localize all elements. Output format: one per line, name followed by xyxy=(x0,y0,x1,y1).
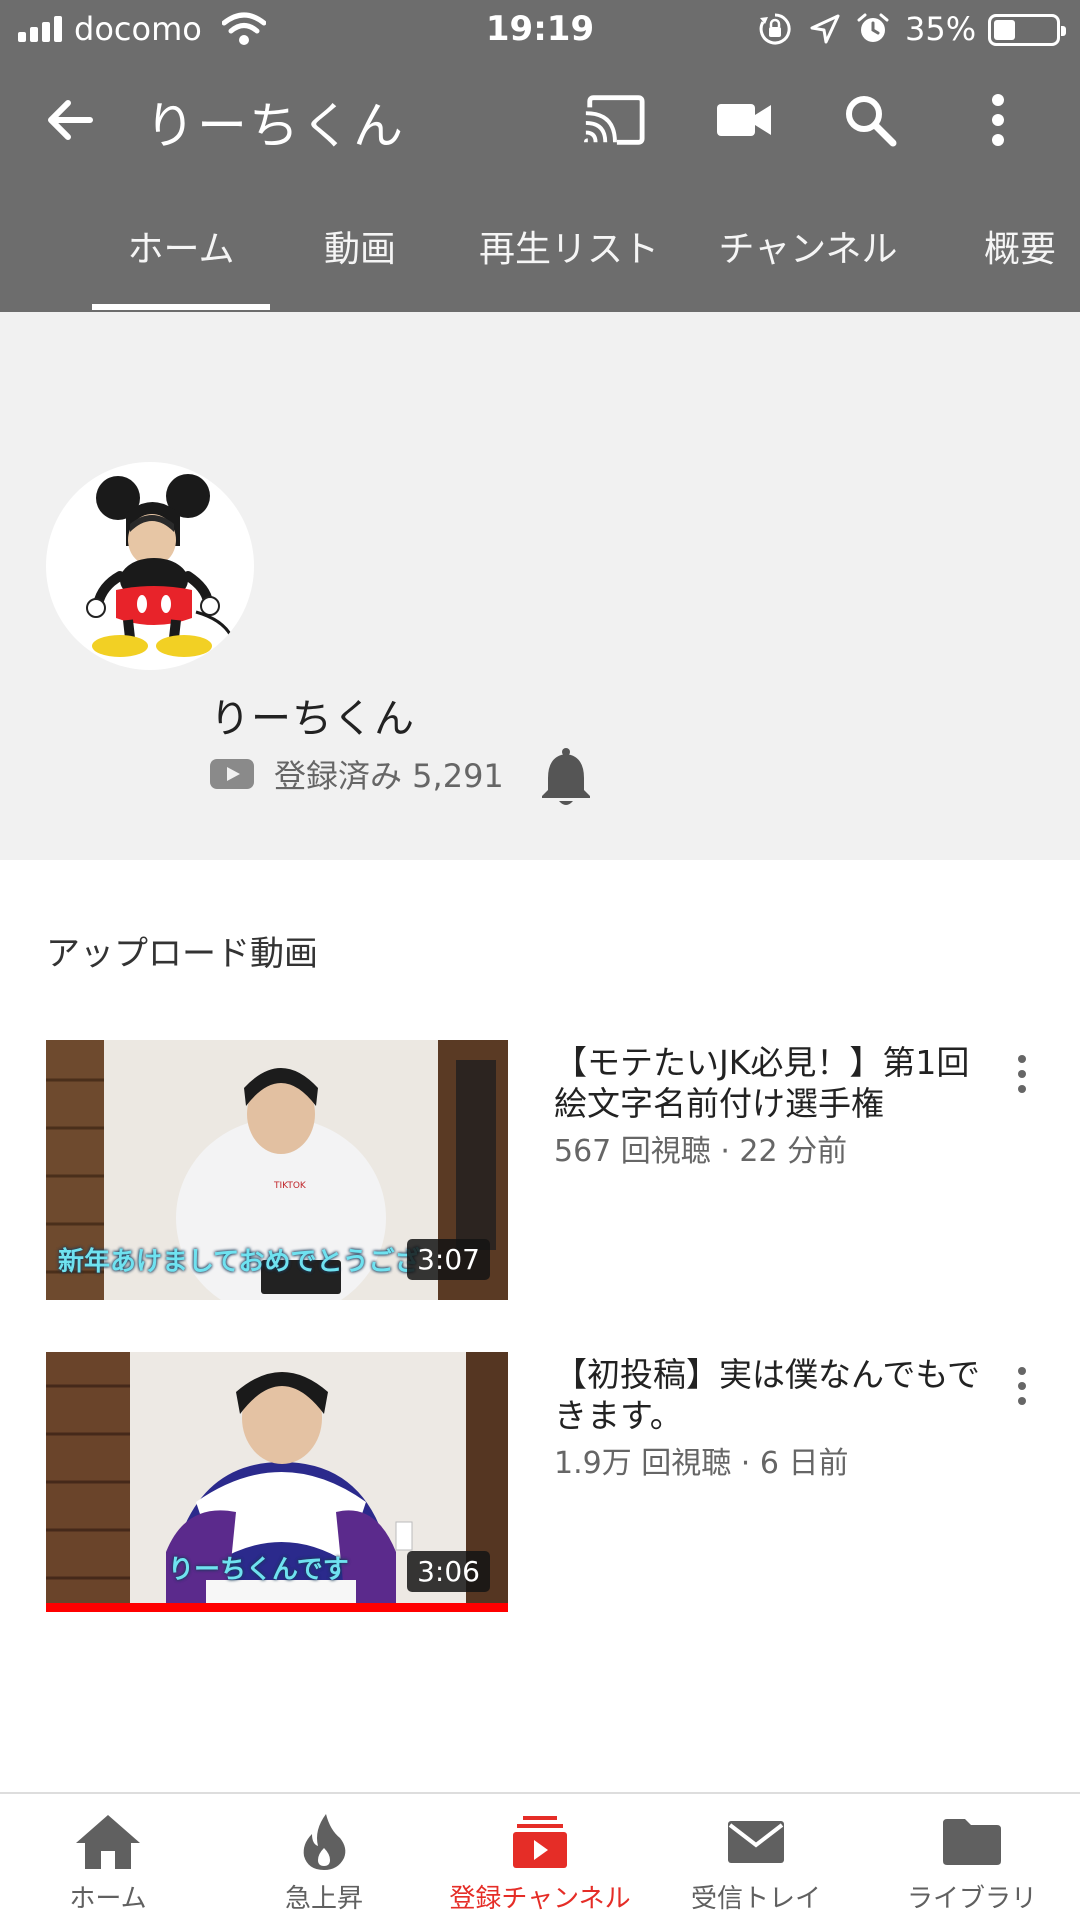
nav-label: ライブラリ xyxy=(906,1884,1037,1914)
video-camera-icon[interactable] xyxy=(712,88,776,152)
nav-item-trending[interactable]: 急上昇 xyxy=(216,1794,432,1920)
tab-home[interactable]: ホーム xyxy=(92,220,270,272)
video-duration: 3:07 xyxy=(407,1239,490,1280)
video-thumbnail[interactable]: りーちくんです 3:06 xyxy=(46,1352,508,1612)
location-icon xyxy=(810,14,840,44)
watch-progress-fill xyxy=(46,1603,508,1612)
nav-label: 登録チャンネル xyxy=(449,1884,631,1914)
video-thumbnail[interactable]: TIKTOK 新年あけましておめでとうござ 3:07 xyxy=(46,1040,508,1300)
subscriptions-icon xyxy=(500,1812,580,1872)
nav-label: ホーム xyxy=(69,1884,147,1914)
search-icon[interactable] xyxy=(838,88,902,152)
mouse-character-image xyxy=(86,474,234,657)
tab-videos[interactable]: 動画 xyxy=(310,220,410,272)
home-icon xyxy=(68,1812,148,1872)
folder-icon xyxy=(932,1812,1012,1872)
fire-icon xyxy=(284,1812,364,1872)
more-vert-icon[interactable] xyxy=(1004,1356,1040,1416)
status-bar: docomo 19:19 35% xyxy=(0,0,1080,60)
video-item[interactable]: りーちくんです 3:06 【初投稿】実は僕なんでもできます。 1.9万 回視聴 … xyxy=(0,1352,1080,1614)
mail-icon xyxy=(716,1812,796,1872)
video-item[interactable]: TIKTOK 新年あけましておめでとうござ 3:07 【モテたいJK必見！】第1… xyxy=(0,1040,1080,1302)
back-arrow-icon[interactable] xyxy=(38,88,102,152)
video-title[interactable]: 【初投稿】実は僕なんでもできます。 xyxy=(554,1354,984,1436)
battery-fill xyxy=(994,20,1015,40)
nav-item-inbox[interactable]: 受信トレイ xyxy=(648,1794,864,1920)
tab-about[interactable]: 概要 xyxy=(980,220,1060,272)
nav-item-library[interactable]: ライブラリ xyxy=(864,1794,1080,1920)
section-title-uploads: アップロード動画 xyxy=(46,934,318,974)
channel-name: りーちくん xyxy=(210,696,415,742)
more-vert-icon[interactable] xyxy=(1004,1044,1040,1104)
video-title[interactable]: 【モテたいJK必見！】第1回絵文字名前付け選手権 xyxy=(554,1042,984,1124)
more-vert-icon[interactable] xyxy=(966,88,1030,152)
tab-playlists[interactable]: 再生リスト xyxy=(476,220,662,272)
cast-icon[interactable] xyxy=(582,88,646,152)
nav-label: 受信トレイ xyxy=(690,1884,821,1914)
youtube-logo-icon xyxy=(210,759,254,789)
nav-item-home[interactable]: ホーム xyxy=(0,1794,216,1920)
notification-bell-icon[interactable] xyxy=(540,746,592,808)
video-duration: 3:06 xyxy=(407,1551,490,1592)
active-tab-indicator xyxy=(92,304,270,310)
nav-item-subscriptions[interactable]: 登録チャンネル xyxy=(432,1794,648,1920)
video-meta: 1.9万 回視聴 · 6 日前 xyxy=(554,1446,849,1481)
toolbar: りーちくん xyxy=(0,60,1080,180)
channel-avatar[interactable] xyxy=(46,462,254,670)
thumbnail-caption: りーちくんです xyxy=(168,1555,349,1585)
toolbar-title: りーちくん xyxy=(145,97,405,155)
svg-text:TIKTOK: TIKTOK xyxy=(273,1181,307,1191)
watch-progress-bar xyxy=(46,1603,508,1612)
nav-label: 急上昇 xyxy=(284,1884,363,1914)
bottom-navigation: ホーム 急上昇 登録チャンネル 受信トレイ ライブラリ xyxy=(0,1792,1080,1920)
orientation-lock-icon xyxy=(759,13,791,45)
thumbnail-caption: 新年あけましておめでとうござ xyxy=(58,1247,421,1277)
app-header: docomo 19:19 35% りーちくん ホーム 動画 再生リスト チャンネ… xyxy=(0,0,1080,312)
alarm-icon xyxy=(857,13,889,42)
video-meta: 567 回視聴 · 22 分前 xyxy=(554,1134,848,1169)
tab-channels[interactable]: チャンネル xyxy=(718,220,898,272)
subscription-text: 登録済み 5,291 xyxy=(274,757,504,795)
subscription-status[interactable]: 登録済み 5,291 xyxy=(210,752,504,796)
battery-percent: 35% xyxy=(905,10,977,48)
channel-tabs: ホーム 動画 再生リスト チャンネル 概要 xyxy=(0,200,1080,312)
battery-icon xyxy=(988,14,1066,46)
